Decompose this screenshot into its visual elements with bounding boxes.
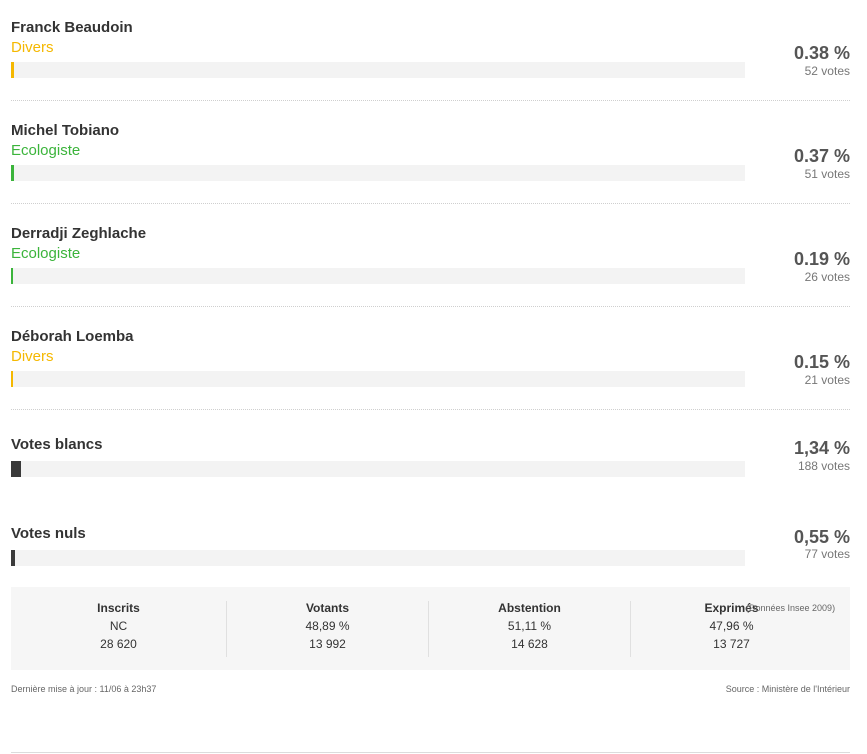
results-panel: Franck Beaudoin Divers 0.38 % 52 votes M… [0, 0, 867, 754]
vote-count: 26 votes [804, 270, 850, 284]
summary-label: Inscrits [97, 601, 140, 615]
vote-bar-fill [11, 461, 21, 477]
vote-bar-track [11, 371, 745, 387]
candidate-party: Divers [11, 348, 54, 365]
candidate-row: Michel Tobiano Ecologiste 0.37 % 51 vote… [11, 100, 850, 204]
vote-percentage: 0.38 % [793, 43, 850, 63]
summary-count: 13 727 [713, 637, 750, 651]
vote-count: 77 votes [804, 547, 850, 561]
summary-percent: 47,96 % [709, 619, 754, 633]
candidate-name: Michel Tobiano [11, 122, 120, 139]
blank-votes-row: Votes blancs 1,34 % 188 votes [11, 409, 850, 489]
summary-source-note: (Données Insee 2009) [746, 603, 836, 613]
candidate-party: Ecologiste [11, 142, 81, 159]
summary-abstention: Abstention 51,11 % 14 628 [429, 601, 630, 657]
vote-bar-fill [11, 165, 14, 181]
vote-bar-fill [11, 62, 14, 78]
vote-bar-track [11, 62, 745, 78]
vote-bar-fill [11, 550, 15, 566]
candidate-party: Divers [11, 39, 54, 56]
summary-label: Votants [305, 601, 350, 615]
vote-count: 51 votes [804, 167, 850, 181]
summary-percent: NC [109, 619, 128, 633]
candidate-party: Ecologiste [11, 245, 81, 262]
summary-votants: Votants 48,89 % 13 992 [227, 601, 428, 657]
vote-count: 52 votes [804, 64, 850, 78]
vote-bar-track [11, 268, 745, 284]
blank-votes-label: Votes blancs [11, 436, 103, 453]
vote-percentage: 0.15 % [793, 352, 850, 372]
last-updated: Dernière mise à jour : 11/06 à 23h37 [11, 684, 157, 694]
vote-percentage: 1,34 % [793, 438, 850, 458]
vote-count: 21 votes [804, 373, 850, 387]
summary-count: 13 992 [309, 637, 346, 651]
summary-inscrits: Inscrits NC 28 620 [11, 601, 226, 657]
vote-bar-fill [11, 268, 13, 284]
null-votes-label: Votes nuls [11, 525, 86, 542]
data-source: Source : Ministère de l'Intérieur [725, 684, 850, 694]
vote-count: 188 votes [797, 459, 850, 473]
turnout-summary: Inscrits NC 28 620 Votants 48,89 % 13 99… [11, 587, 850, 670]
null-votes-row: Votes nuls 0,55 % 77 votes [11, 500, 850, 580]
vote-bar-track [11, 461, 745, 477]
vote-percentage: 0,55 % [793, 527, 850, 547]
candidate-row: Déborah Loemba Divers 0.15 % 21 votes [11, 306, 850, 410]
summary-percent: 51,11 % [507, 619, 552, 633]
candidate-name: Derradji Zeghlache [11, 225, 147, 242]
vote-percentage: 0.19 % [793, 249, 850, 269]
candidate-name: Déborah Loemba [11, 328, 134, 345]
summary-count: 28 620 [100, 637, 137, 651]
candidate-name: Franck Beaudoin [11, 19, 133, 36]
bottom-divider [11, 752, 850, 753]
candidate-row: Franck Beaudoin Divers 0.38 % 52 votes [11, 0, 850, 101]
vote-bar-track [11, 165, 745, 181]
summary-percent: 48,89 % [305, 619, 350, 633]
vote-bar-fill [11, 371, 13, 387]
candidate-row: Derradji Zeghlache Ecologiste 0.19 % 26 … [11, 203, 850, 307]
summary-count: 14 628 [511, 637, 548, 651]
vote-percentage: 0.37 % [793, 146, 850, 166]
summary-label: Abstention [498, 601, 561, 615]
vote-bar-track [11, 550, 745, 566]
